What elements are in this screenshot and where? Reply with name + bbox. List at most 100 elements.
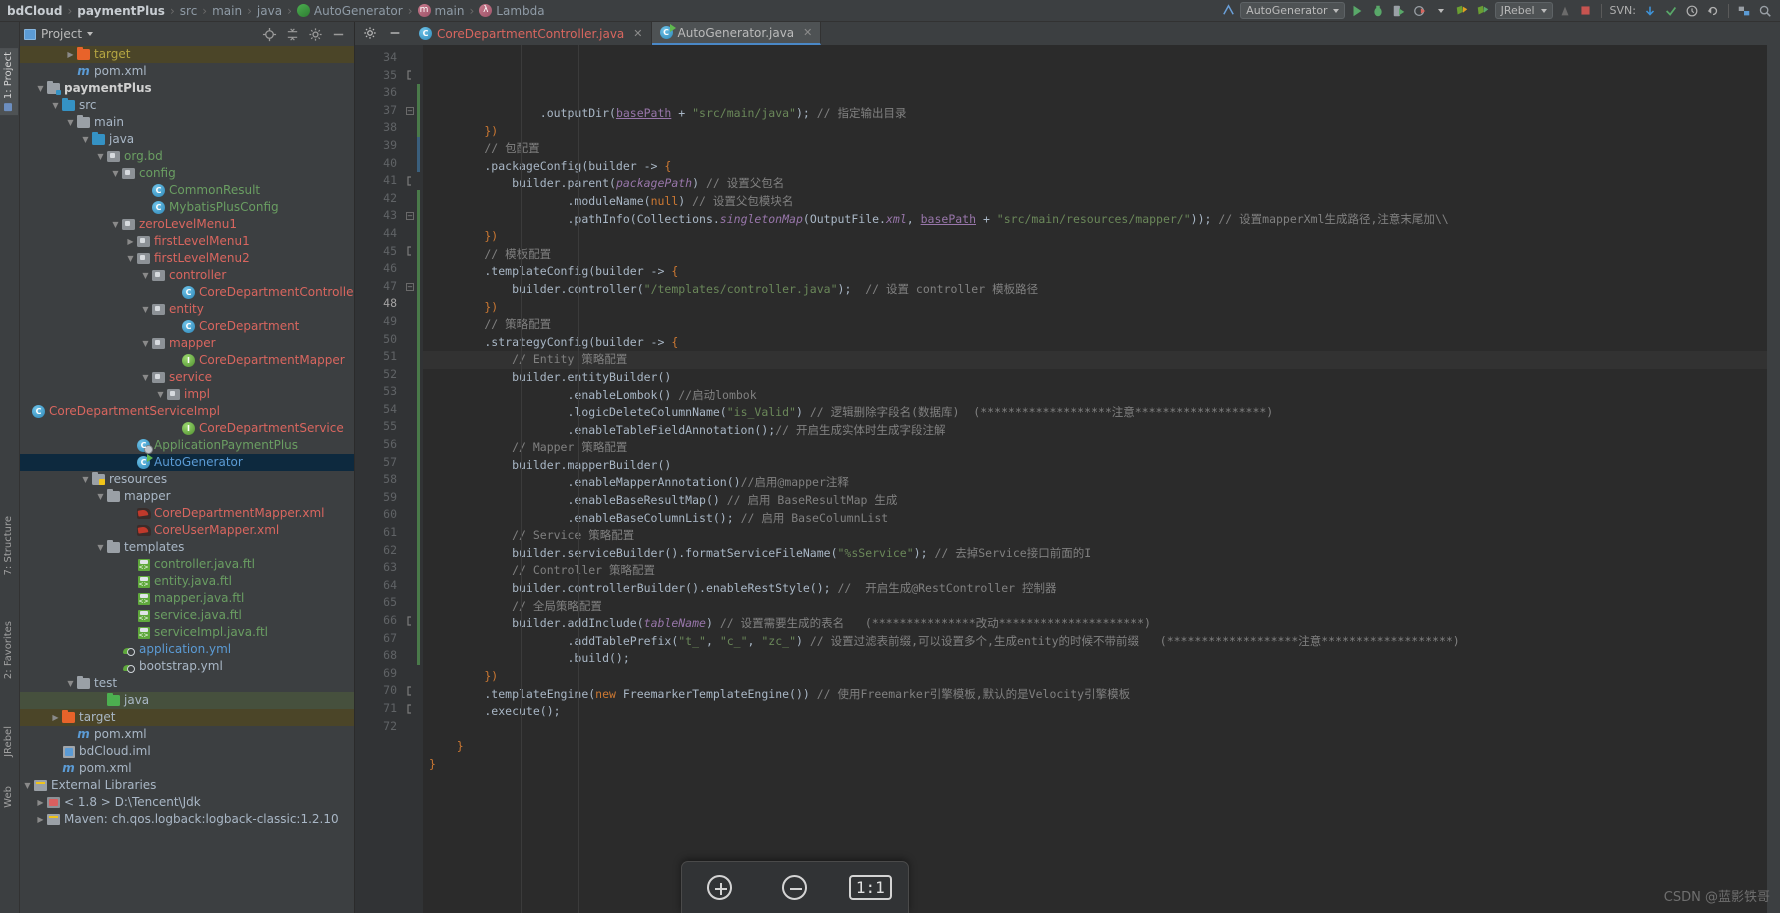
tree-node[interactable]: CommonResult (20, 182, 354, 199)
code-line[interactable]: .enableBaseColumnList(); // 启用 BaseColum… (423, 510, 1767, 528)
breadcrumb-item-module[interactable]: paymentPlus (74, 0, 168, 22)
chevron-down-icon[interactable]: ▼ (110, 220, 121, 229)
tree-node[interactable]: ▼ External Libraries (20, 777, 354, 794)
code-line[interactable]: .strategyConfig(builder -> { (423, 334, 1767, 352)
chevron-down-icon[interactable] (87, 32, 94, 36)
chevron-down-icon[interactable]: ▼ (65, 679, 76, 688)
code-content[interactable]: .outputDir(basePath + "src/main/java"); … (423, 45, 1767, 913)
tree-node[interactable]: controller.java.ftl (20, 556, 354, 573)
chevron-down-icon[interactable]: ▼ (95, 492, 106, 501)
tree-node[interactable]: ▼ entity (20, 301, 354, 318)
editor-marker-bar[interactable] (1767, 45, 1780, 913)
tree-node[interactable]: java (20, 692, 354, 709)
editor-tab-auto-generator[interactable]: AutoGenerator.java ✕ (651, 22, 822, 45)
code-line[interactable]: builder.serviceBuilder().formatServiceFi… (423, 545, 1767, 563)
jrebel-debug-icon[interactable] (1474, 2, 1492, 20)
code-line[interactable]: .templateEngine(new FreemarkerTemplateEn… (423, 686, 1767, 704)
jrebel-selector[interactable]: JRebel (1494, 2, 1553, 19)
chevron-down-icon[interactable]: ▼ (110, 169, 121, 178)
fold-start-icon[interactable]: − (403, 207, 417, 225)
breadcrumb-item-main[interactable]: main (209, 0, 245, 22)
code-line[interactable]: .execute(); (423, 703, 1767, 721)
svn-update-icon[interactable] (1641, 2, 1659, 20)
attach-debugger-icon[interactable] (1556, 2, 1574, 20)
fold-start-icon[interactable]: − (403, 278, 417, 296)
chevron-down-icon[interactable]: ▼ (155, 390, 166, 399)
svn-revert-icon[interactable] (1704, 2, 1722, 20)
tree-node[interactable]: pom.xml (20, 63, 354, 80)
tree-node[interactable]: ▶ Maven: ch.qos.logback:logback-classic:1… (20, 811, 354, 828)
settings-icon[interactable] (1735, 2, 1753, 20)
tree-node[interactable]: ▼ templates (20, 539, 354, 556)
code-line[interactable]: } (423, 738, 1767, 756)
tree-node[interactable]: mapper.java.ftl (20, 590, 354, 607)
code-line[interactable]: // Service 策略配置 (423, 527, 1767, 545)
fold-end-icon[interactable] (403, 243, 417, 261)
chevron-down-icon[interactable]: ▼ (140, 339, 151, 348)
breadcrumb-item-class[interactable]: AutoGenerator (294, 0, 406, 22)
tree-node[interactable]: serviceImpl.java.ftl (20, 624, 354, 641)
fold-start-icon[interactable]: − (403, 102, 417, 120)
close-icon[interactable]: ✕ (633, 27, 642, 40)
chevron-right-icon[interactable]: ▶ (65, 50, 76, 59)
chevron-right-icon[interactable]: ▶ (35, 798, 46, 807)
code-line[interactable] (423, 721, 1767, 739)
code-line[interactable]: } (423, 756, 1767, 774)
debug-icon[interactable] (1369, 2, 1387, 20)
code-line[interactable]: // 模板配置 (423, 246, 1767, 264)
breadcrumb-item-method[interactable]: main (415, 0, 468, 22)
breadcrumb-item-src[interactable]: src (177, 0, 201, 22)
tree-node[interactable]: ▼ src (20, 97, 354, 114)
tree-node[interactable]: entity.java.ftl (20, 573, 354, 590)
zoom-out-button[interactable] (773, 868, 817, 908)
tree-node[interactable]: ▼ paymentPlus (20, 80, 354, 97)
code-line[interactable]: .enableTableFieldAnnotation();// 开启生成实体时… (423, 422, 1767, 440)
svn-commit-icon[interactable] (1662, 2, 1680, 20)
code-line[interactable]: .moduleName(null) // 设置父包模块名 (423, 193, 1767, 211)
code-line[interactable]: .packageConfig(builder -> { (423, 158, 1767, 176)
chevron-down-icon[interactable]: ▼ (65, 118, 76, 127)
tree-node[interactable]: ▶ target (20, 709, 354, 726)
tree-node[interactable]: ▼ controller (20, 267, 354, 284)
gear-icon[interactable] (363, 26, 378, 41)
chevron-down-icon[interactable]: ▼ (140, 271, 151, 280)
run-icon[interactable] (1348, 2, 1366, 20)
chevron-right-icon[interactable]: ▶ (50, 713, 61, 722)
tree-node[interactable]: ▼ impl (20, 386, 354, 403)
tool-tab-web[interactable]: Web (0, 782, 18, 812)
tree-node[interactable]: CoreDepartmentServiceImpl (20, 403, 354, 420)
chevron-right-icon[interactable]: ▶ (125, 237, 136, 246)
chevron-down-icon[interactable]: ▼ (95, 543, 106, 552)
fold-end-icon[interactable] (403, 700, 417, 718)
chevron-down-icon[interactable]: ▼ (140, 305, 151, 314)
code-line[interactable]: builder.mapperBuilder() (423, 457, 1767, 475)
tree-node[interactable]: ▼ resources (20, 471, 354, 488)
tree-node[interactable]: MybatisPlusConfig (20, 199, 354, 216)
fold-end-icon[interactable] (403, 172, 417, 190)
chevron-down-icon[interactable]: ▼ (35, 84, 46, 93)
tree-node[interactable]: ▼ mapper (20, 335, 354, 352)
tool-tab-jrebel[interactable]: JRebel (0, 722, 18, 761)
code-line[interactable]: .pathInfo(Collections.singletonMap(Outpu… (423, 211, 1767, 229)
tree-node[interactable]: ▼ firstLevelMenu2 (20, 250, 354, 267)
breadcrumb-item-lambda[interactable]: Lambda (476, 0, 547, 22)
tree-node[interactable]: application.yml (20, 641, 354, 658)
code-line[interactable]: .templateConfig(builder -> { (423, 263, 1767, 281)
minimize-icon[interactable] (331, 27, 346, 42)
close-icon[interactable]: ✕ (803, 26, 812, 39)
breadcrumb-item-java[interactable]: java (254, 0, 285, 22)
code-line[interactable]: // 全局策略配置 (423, 598, 1767, 616)
tree-node[interactable]: CoreDepartmentController (20, 284, 354, 301)
code-folding-column[interactable]: − − − (403, 45, 417, 913)
tree-node[interactable]: ▼ main (20, 114, 354, 131)
tree-node[interactable]: ▼ config (20, 165, 354, 182)
hide-editor-icon[interactable] (388, 26, 403, 41)
tree-node[interactable]: ▶ target (20, 46, 354, 63)
code-line[interactable]: .enableLombok() //启动lombok (423, 387, 1767, 405)
chevron-down-icon[interactable]: ▼ (140, 373, 151, 382)
code-editor[interactable]: 34 35 36 37 38 39 40 41 42 43 44 45 46 47 48 49 50 51 52 53… (355, 45, 1780, 913)
actual-size-button[interactable]: 1:1 (848, 868, 892, 908)
code-line[interactable]: // Controller 策略配置 (423, 562, 1767, 580)
tree-node[interactable]: CoreDepartment (20, 318, 354, 335)
profile-icon[interactable] (1411, 2, 1429, 20)
